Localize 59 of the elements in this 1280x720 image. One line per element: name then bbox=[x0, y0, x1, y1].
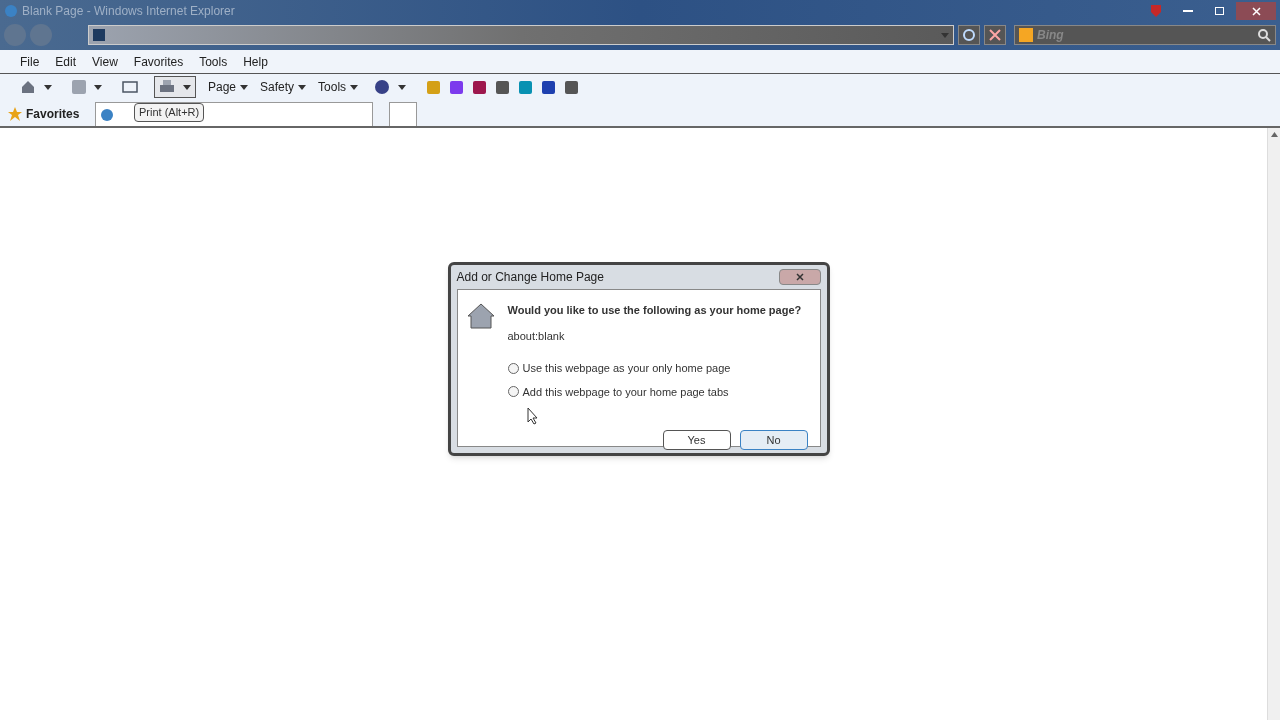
scroll-up-icon bbox=[1270, 132, 1278, 137]
stop-icon bbox=[989, 29, 1001, 41]
stop-button[interactable] bbox=[984, 25, 1006, 45]
toolbar-addon-icon[interactable] bbox=[541, 79, 557, 95]
menu-item[interactable]: Edit bbox=[47, 52, 85, 71]
dialog-title: Add or Change Home Page bbox=[456, 269, 604, 286]
browser-icon bbox=[100, 107, 115, 122]
close-button[interactable] bbox=[1236, 2, 1276, 20]
refresh-button[interactable] bbox=[958, 25, 980, 45]
menu-item[interactable]: File bbox=[12, 52, 48, 71]
radio-label: Use this webpage as your only home page bbox=[522, 361, 731, 376]
browser-icon bbox=[4, 4, 18, 18]
address-field[interactable] bbox=[88, 25, 954, 45]
toolbar-addon-icon[interactable] bbox=[564, 79, 580, 95]
scrollbar[interactable] bbox=[1267, 128, 1280, 720]
favorites-button[interactable]: Favorites bbox=[8, 102, 80, 126]
dialog-question: Would you like to use the following as your home page? bbox=[507, 303, 803, 318]
home-icon bbox=[20, 79, 36, 95]
menu-item[interactable]: Favorites bbox=[125, 52, 192, 71]
command-menu[interactable]: Page bbox=[208, 78, 249, 96]
toolbar-addon-icon[interactable] bbox=[495, 79, 511, 95]
search-icon bbox=[1257, 28, 1271, 42]
toolbar-addon-icon[interactable] bbox=[472, 79, 488, 95]
caret-icon bbox=[398, 84, 407, 90]
menu-item[interactable]: Tools bbox=[191, 52, 236, 71]
toolbar-addon-icon[interactable] bbox=[518, 79, 534, 95]
home-page-url: about:blank bbox=[507, 328, 566, 344]
radio-button[interactable] bbox=[507, 362, 519, 374]
bing-icon bbox=[1019, 28, 1033, 42]
mail-icon bbox=[122, 81, 138, 93]
shield-icon bbox=[1150, 4, 1162, 18]
caret-icon bbox=[240, 84, 249, 90]
house-icon bbox=[465, 302, 496, 330]
window-title: Blank Page - Windows Internet Explorer bbox=[22, 3, 235, 20]
caret-icon bbox=[44, 84, 52, 90]
radio-label: Add this webpage to your home page tabs bbox=[522, 384, 729, 400]
radio-button[interactable] bbox=[507, 386, 519, 398]
mouse-cursor-icon bbox=[526, 407, 539, 425]
caret-icon bbox=[94, 84, 102, 90]
caret-icon bbox=[183, 84, 191, 90]
dialog-button[interactable]: No bbox=[739, 430, 808, 450]
menu-item[interactable]: Help bbox=[235, 52, 276, 71]
dialog-close-button[interactable] bbox=[778, 269, 821, 285]
caret-icon bbox=[941, 32, 949, 38]
toolbar-addon-icon[interactable] bbox=[449, 79, 465, 95]
close-icon bbox=[795, 273, 804, 281]
caret-icon bbox=[350, 84, 359, 90]
tooltip: Print (Alt+R) bbox=[134, 103, 205, 122]
command-button[interactable] bbox=[154, 76, 196, 98]
command-menu[interactable]: Tools bbox=[318, 78, 359, 96]
star-icon bbox=[8, 107, 22, 121]
refresh-icon bbox=[962, 28, 976, 42]
page-icon bbox=[93, 29, 105, 41]
dialog-button[interactable]: Yes bbox=[662, 430, 731, 450]
command-menu[interactable]: Safety bbox=[260, 78, 307, 96]
menu-item[interactable]: View bbox=[84, 52, 126, 71]
printer-icon bbox=[159, 80, 175, 94]
close-icon bbox=[1251, 6, 1261, 16]
caret-icon bbox=[298, 84, 307, 90]
